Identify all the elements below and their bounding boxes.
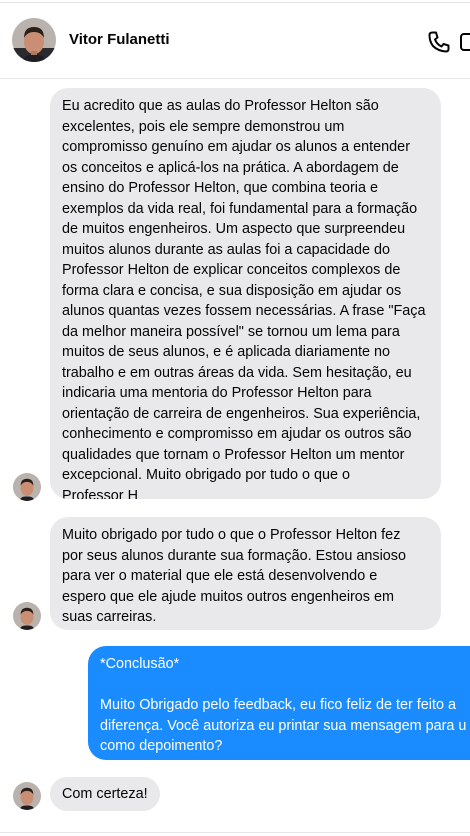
message-line: exemplos da vida real, foi fundamental p… <box>62 200 418 217</box>
avatar-photo <box>12 18 56 62</box>
message-line: orientação de carreira de engenheiros. S… <box>62 405 421 422</box>
sender-avatar[interactable] <box>13 782 41 810</box>
message-line: Muito Obrigado pelo feedback, eu fico fe… <box>100 697 456 713</box>
sender-avatar[interactable] <box>13 473 41 501</box>
phone-icon[interactable] <box>426 29 452 55</box>
message-line: compromisso genuíno em ajudar os alunos … <box>62 139 410 155</box>
message-line: alunos quantas vezes fossem necessárias.… <box>62 303 426 319</box>
message-line: Professor H <box>62 487 138 500</box>
message-line: de muitos engenheiros. Um aspecto que su… <box>62 221 406 237</box>
message-line: conhecimento e compromisso em ajudar os … <box>62 426 412 442</box>
message-line: espero que ele ajude muitos outros engen… <box>62 588 394 605</box>
message-bubble-incoming[interactable]: Eu acredito que as aulas do Professor He… <box>50 88 441 499</box>
contact-avatar[interactable] <box>12 18 56 62</box>
message-line: excepcional. Muito obrigado por tudo o q… <box>62 467 351 483</box>
message-bubble-incoming[interactable]: Com certeza! <box>50 777 160 811</box>
message-line: muitos de seus alunos, e é aplicada diar… <box>62 344 390 360</box>
message-line: como depoimento? <box>100 738 223 754</box>
message-line: Professor Helton de explicar conceitos c… <box>62 262 401 278</box>
message-line: da melhor maneira possível" se tornou um… <box>62 323 400 340</box>
message-line: trabalho e em outras áreas da vida. Sem … <box>62 364 412 381</box>
chat-header: Vitor Fulanetti <box>0 3 470 79</box>
message-line: excelentes, pois ele sempre demonstrou u… <box>62 118 345 135</box>
message-line: muitos alunos durante as aulas foi a cap… <box>62 241 391 258</box>
message-line: Eu acredito que as aulas do Professor He… <box>62 98 379 114</box>
message-line: os conceitos e aplicá-los na prática. A … <box>62 159 399 176</box>
message-bubble-incoming[interactable]: Muito obrigado por tudo o que o Professo… <box>50 517 441 630</box>
message-line: ensino do Professor Helton, que combina … <box>62 180 378 196</box>
message-line: suas carreiras. <box>62 609 157 625</box>
contact-name[interactable]: Vitor Fulanetti <box>69 31 170 49</box>
message-line: indicaria uma mentoria do Professor Helt… <box>62 385 372 401</box>
composer-divider <box>0 832 470 833</box>
message-line: qualidades que tornam o Professor Helton… <box>62 446 405 463</box>
message-line: forma clara e concisa, e sua disposição … <box>62 282 402 299</box>
message-line: Com certeza! <box>62 786 148 802</box>
message-title: *Conclusão* <box>100 656 180 672</box>
message-line: para ver o material que ele está desenvo… <box>62 568 378 584</box>
sender-avatar[interactable] <box>13 602 41 630</box>
message-line: por seus alunos durante sua formação. Es… <box>62 547 406 564</box>
message-bubble-outgoing[interactable]: *Conclusão* Muito Obrigado pelo feedback… <box>88 646 470 760</box>
video-icon[interactable] <box>460 31 470 53</box>
message-line: Muito obrigado por tudo o que o Professo… <box>62 527 401 543</box>
message-line: diferença. Você autoriza eu printar sua … <box>100 717 467 734</box>
